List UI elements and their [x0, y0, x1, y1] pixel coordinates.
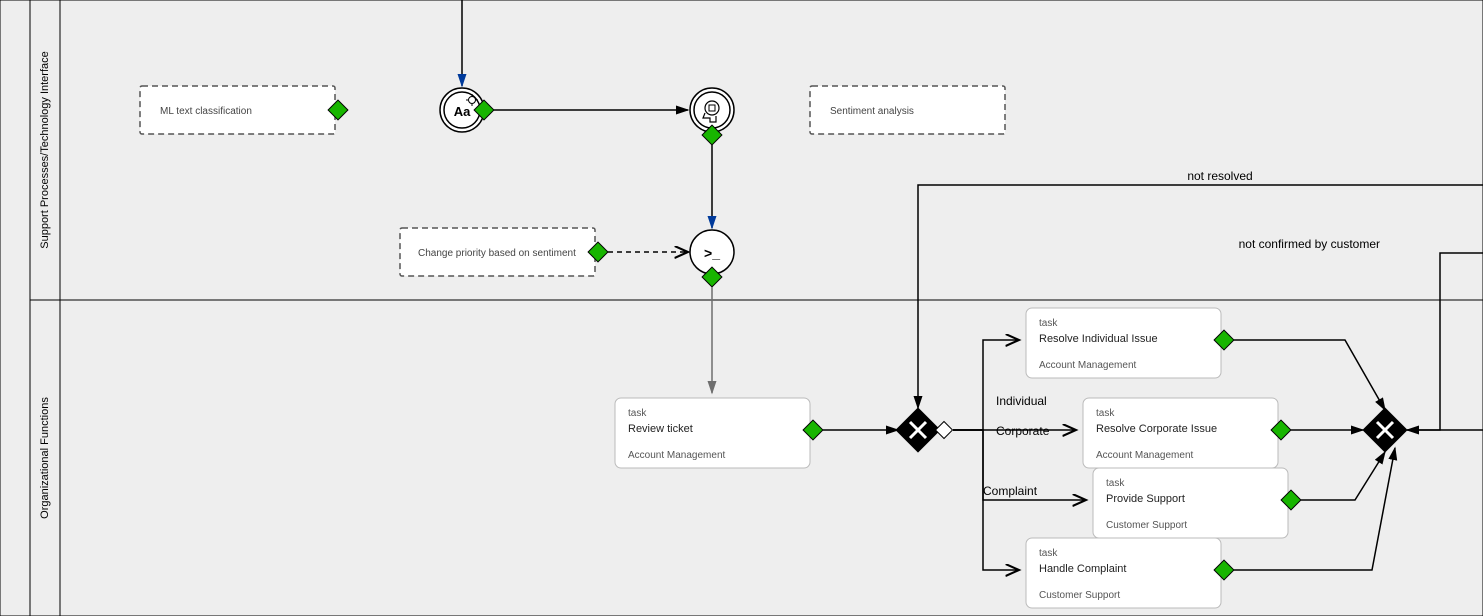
branch-label-corporate: Corporate: [996, 424, 1050, 438]
branch-label-individual: Individual: [996, 394, 1047, 408]
svg-text:task: task: [1106, 478, 1125, 489]
svg-text:task: task: [1096, 408, 1115, 419]
svg-text:Provide Support: Provide Support: [1106, 493, 1185, 505]
task-resolve-corporate[interactable]: task Resolve Corporate Issue Account Man…: [1083, 398, 1278, 468]
svg-text:task: task: [1039, 318, 1058, 329]
svg-text:Handle Complaint: Handle Complaint: [1039, 563, 1126, 575]
svg-text:task: task: [628, 408, 647, 419]
lane-label-top: Support Processes/Technology Interface: [39, 51, 51, 249]
annotation-ml: ML text classification: [140, 86, 335, 134]
lane-label-bottom: Organizational Functions: [39, 397, 51, 519]
svg-text:ML text classification: ML text classification: [160, 106, 252, 117]
svg-text:Review ticket: Review ticket: [628, 423, 693, 435]
svg-text:Resolve Individual Issue: Resolve Individual Issue: [1039, 333, 1158, 345]
svg-text:Sentiment analysis: Sentiment analysis: [830, 106, 914, 117]
task-provide-support[interactable]: task Provide Support Customer Support: [1093, 468, 1288, 538]
svg-text:Change priority based on senti: Change priority based on sentiment: [418, 248, 576, 259]
aa-icon: Aa: [454, 104, 471, 119]
task-review-ticket[interactable]: task Review ticket Account Management: [615, 398, 810, 468]
svg-text:Account Management: Account Management: [628, 450, 726, 461]
svg-text:task: task: [1039, 548, 1058, 559]
annotation-sentiment: Sentiment analysis: [810, 86, 1005, 134]
svg-text:Account Management: Account Management: [1039, 360, 1137, 371]
task-handle-complaint[interactable]: task Handle Complaint Customer Support: [1026, 538, 1221, 608]
loop-label-not-confirmed: not confirmed by customer: [1239, 237, 1380, 251]
svg-text:Customer Support: Customer Support: [1106, 520, 1187, 531]
bpmn-canvas: Support Processes/Technology Interface O…: [0, 0, 1483, 616]
svg-text:Account Management: Account Management: [1096, 450, 1194, 461]
svg-text:Resolve Corporate Issue: Resolve Corporate Issue: [1096, 423, 1217, 435]
annotation-priority: Change priority based on sentiment: [400, 228, 595, 276]
svg-text:Customer Support: Customer Support: [1039, 590, 1120, 601]
script-icon: >_: [704, 245, 720, 261]
task-resolve-individual[interactable]: task Resolve Individual Issue Account Ma…: [1026, 308, 1221, 378]
loop-label-not-resolved: not resolved: [1187, 169, 1252, 183]
branch-label-complaint: Complaint: [983, 484, 1038, 498]
